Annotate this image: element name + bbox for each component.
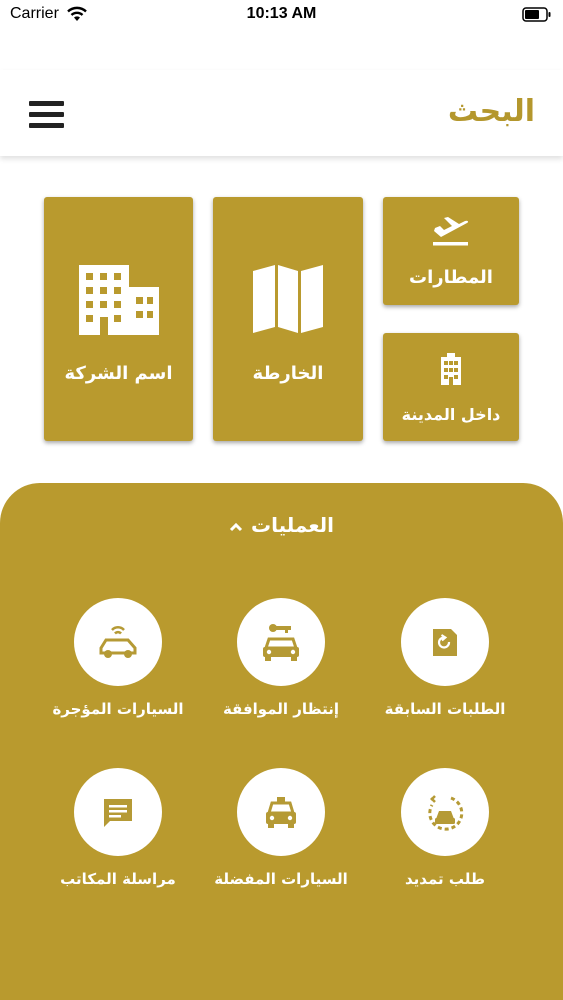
rented-cars-label: السيارات المؤجرة (52, 700, 184, 718)
car-key-icon (263, 624, 299, 661)
operations-header[interactable]: العمليات (0, 513, 563, 537)
office-building-icon (79, 265, 159, 335)
favorite-cars-button[interactable]: السيارات المفضلة (196, 768, 366, 888)
airports-label: المطارات (409, 267, 493, 288)
taxi-car-icon (266, 797, 296, 828)
extension-request-button[interactable]: طلب تمديد (360, 768, 530, 888)
status-bar: Carrier 10:13 AM (0, 0, 563, 30)
page-title: البحث (447, 94, 535, 129)
chevron-up-icon (229, 522, 243, 531)
extend-rental-car-icon (428, 795, 464, 831)
navigation-bar: البحث (0, 70, 563, 156)
status-time: 10:13 AM (246, 5, 317, 22)
in-city-label: داخل المدينة (401, 405, 501, 424)
in-city-tile[interactable]: داخل المدينة (383, 333, 519, 441)
extension-request-label: طلب تمديد (404, 870, 485, 888)
chat-message-icon (104, 799, 132, 827)
map-label: الخارطة (252, 363, 324, 384)
history-document-icon (433, 629, 457, 656)
company-name-label: اسم الشركة (64, 363, 173, 384)
battery-icon (522, 7, 551, 22)
rented-cars-button[interactable]: السيارات المؤجرة (33, 598, 203, 718)
previous-requests-label: الطلبات السابقة (384, 700, 506, 718)
connected-car-icon (99, 626, 137, 658)
operations-panel: العمليات الطلبات السابقة إنتظار الموافقة… (0, 483, 563, 1000)
office-messaging-button[interactable]: مراسلة المكاتب (33, 768, 203, 888)
hamburger-menu-icon[interactable] (29, 101, 64, 129)
company-name-tile[interactable]: اسم الشركة (44, 197, 193, 441)
favorite-cars-label: السيارات المفضلة (214, 870, 348, 888)
awaiting-approval-button[interactable]: إنتظار الموافقة (196, 598, 366, 718)
office-messaging-label: مراسلة المكاتب (60, 870, 176, 888)
operations-title: العمليات (251, 513, 334, 537)
map-tile[interactable]: الخارطة (213, 197, 363, 441)
city-building-icon (441, 353, 461, 385)
airplane-departure-icon (433, 217, 469, 246)
airports-tile[interactable]: المطارات (383, 197, 519, 305)
awaiting-approval-label: إنتظار الموافقة (222, 700, 340, 718)
previous-requests-button[interactable]: الطلبات السابقة (360, 598, 530, 718)
folded-map-icon (253, 265, 323, 333)
